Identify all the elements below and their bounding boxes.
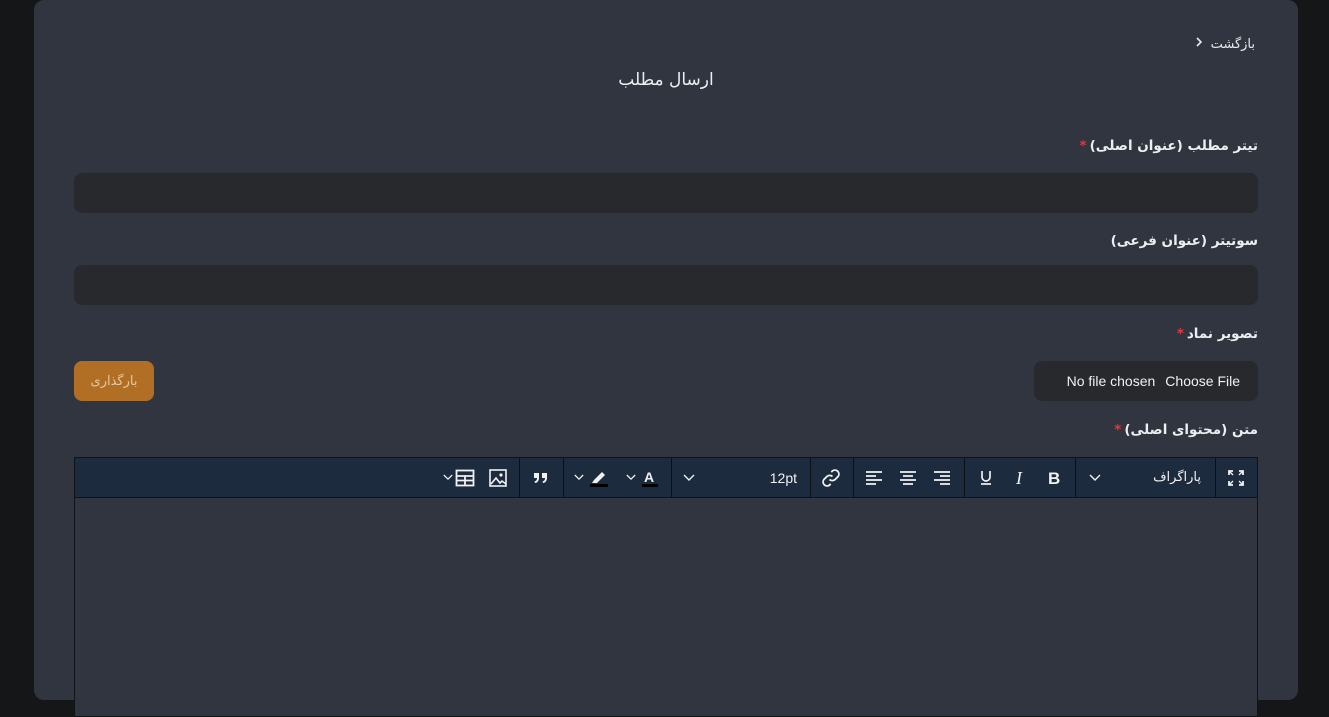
toolbar-separator bbox=[964, 458, 965, 497]
subtitle-input[interactable] bbox=[74, 265, 1258, 305]
toolbar-separator bbox=[810, 458, 811, 497]
toolbar-separator bbox=[519, 458, 520, 497]
chevron-down-icon bbox=[443, 474, 453, 481]
title-label-text: تیتر مطلب (عنوان اصلی) bbox=[1089, 138, 1258, 154]
align-center-icon[interactable] bbox=[891, 458, 925, 497]
text-color-icon: A bbox=[640, 468, 660, 488]
text-color-button[interactable]: A bbox=[619, 458, 667, 497]
fullscreen-icon[interactable] bbox=[1217, 458, 1255, 497]
highlight-button[interactable] bbox=[567, 458, 617, 497]
link-icon[interactable] bbox=[813, 458, 849, 497]
page-title: ارسال مطلب bbox=[618, 70, 714, 90]
svg-text:I: I bbox=[1015, 469, 1023, 487]
chevron-right-icon bbox=[1193, 36, 1205, 52]
toolbar-separator bbox=[1075, 458, 1076, 497]
block-format-select[interactable]: پاراگراف bbox=[1077, 458, 1213, 497]
upload-button[interactable]: بارگذاری bbox=[74, 361, 154, 401]
svg-text:B: B bbox=[1048, 469, 1060, 487]
title-field-label: تیتر مطلب (عنوان اصلی)* bbox=[1080, 138, 1259, 154]
subtitle-label-text: سوتیتر (عنوان فرعی) bbox=[1110, 233, 1258, 249]
align-left-icon[interactable] bbox=[857, 458, 891, 497]
chevron-down-icon bbox=[574, 474, 584, 481]
table-button[interactable] bbox=[437, 458, 481, 497]
underline-icon[interactable] bbox=[969, 458, 1003, 497]
align-right-icon[interactable] bbox=[925, 458, 959, 497]
editor-content-area[interactable] bbox=[75, 498, 1257, 716]
italic-icon[interactable]: I bbox=[1003, 458, 1037, 497]
table-icon bbox=[455, 469, 475, 487]
subtitle-field-label: سوتیتر (عنوان فرعی) bbox=[1111, 233, 1258, 249]
choose-file-button[interactable]: Choose File bbox=[1165, 373, 1240, 389]
required-mark: * bbox=[1114, 422, 1122, 438]
highlight-icon bbox=[588, 468, 610, 488]
font-size-value: 12pt bbox=[769, 469, 797, 486]
required-mark: * bbox=[1079, 138, 1087, 154]
form-card: بازگشت ارسال مطلب تیتر مطلب (عنوان اصلی)… bbox=[34, 0, 1298, 717]
image-label-text: تصویر نماد bbox=[1186, 326, 1258, 342]
back-label: بازگشت bbox=[1210, 36, 1255, 52]
font-size-select[interactable]: 12pt bbox=[673, 458, 807, 497]
back-link[interactable]: بازگشت bbox=[1193, 36, 1255, 52]
svg-text:A: A bbox=[644, 469, 654, 485]
content-label-text: متن (محتوای اصلی) bbox=[1124, 422, 1258, 438]
required-mark: * bbox=[1176, 326, 1184, 342]
chevron-down-icon bbox=[683, 474, 695, 482]
content-field-label: متن (محتوای اصلی)* bbox=[1114, 422, 1258, 438]
chevron-down-icon bbox=[1089, 474, 1101, 482]
title-input[interactable] bbox=[74, 173, 1258, 213]
file-status: No file chosen bbox=[1066, 373, 1156, 389]
editor-toolbar: پاراگراف B I 12pt A bbox=[75, 458, 1257, 498]
toolbar-separator bbox=[563, 458, 564, 497]
toolbar-separator bbox=[1215, 458, 1216, 497]
chevron-down-icon bbox=[626, 474, 636, 481]
toolbar-separator bbox=[671, 458, 672, 497]
image-field-label: تصویر نماد* bbox=[1177, 326, 1258, 342]
image-icon[interactable] bbox=[481, 458, 515, 497]
rich-text-editor[interactable]: پاراگراف B I 12pt A bbox=[74, 457, 1258, 717]
block-format-value: پاراگراف bbox=[1153, 470, 1201, 485]
blockquote-icon[interactable] bbox=[523, 458, 559, 497]
toolbar-separator bbox=[853, 458, 854, 497]
bold-icon[interactable]: B bbox=[1037, 458, 1071, 497]
file-input[interactable]: No file chosen Choose File bbox=[1034, 361, 1258, 401]
